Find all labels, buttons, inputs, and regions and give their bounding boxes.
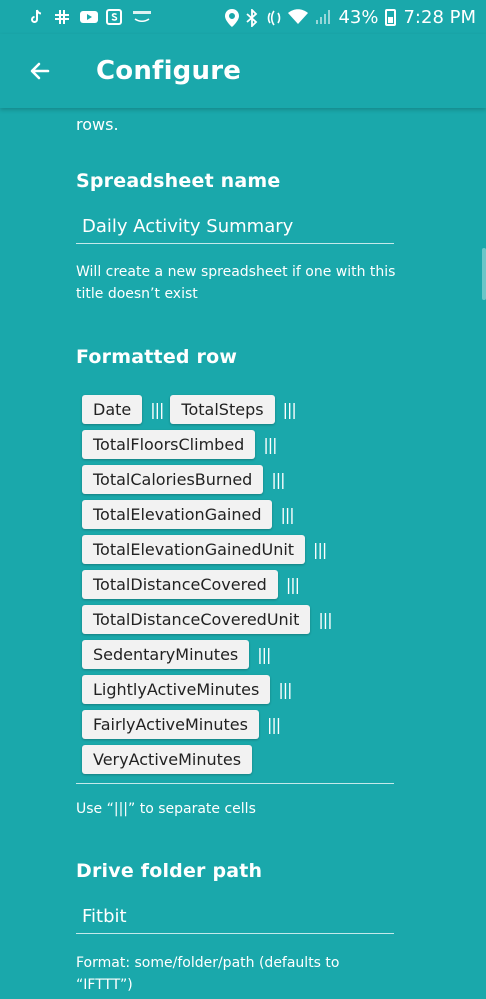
cell-separator: ||| — [282, 400, 297, 419]
token-line: LightlyActiveMinutes ||| — [82, 672, 394, 707]
token-line: TotalDistanceCovered ||| — [82, 567, 394, 602]
drive-folder-input[interactable] — [76, 906, 394, 934]
cell-separator: ||| — [257, 645, 271, 664]
signal-icon — [315, 9, 331, 25]
cell-separator: ||| — [278, 680, 292, 699]
formatted-row-input[interactable]: Date ||| TotalSteps ||| TotalFloorsClimb… — [76, 392, 394, 784]
arrow-left-icon — [30, 62, 50, 80]
samsung-pay-icon — [106, 9, 122, 25]
token-line: Date ||| TotalSteps ||| — [82, 392, 394, 427]
token-chip[interactable]: VeryActiveMinutes — [82, 745, 253, 774]
token-chip[interactable]: SedentaryMinutes — [82, 640, 250, 669]
cell-separator: ||| — [271, 470, 285, 489]
token-chip[interactable]: TotalElevationGained — [82, 500, 273, 529]
status-bar: 43% 7:28 PM — [0, 0, 486, 34]
token-chip[interactable]: Date — [82, 395, 143, 424]
token-chip[interactable]: TotalFloorsClimbed — [82, 430, 256, 459]
token-chip[interactable]: TotalSteps — [170, 395, 275, 424]
bluetooth-icon — [246, 7, 260, 29]
token-line: TotalElevationGainedUnit ||| — [82, 532, 394, 567]
cell-separator: ||| — [313, 540, 327, 559]
scrollbar[interactable] — [482, 248, 486, 300]
clipped-description — [76, 108, 396, 112]
notification-icons — [28, 9, 151, 25]
nfc-icon — [267, 9, 281, 26]
cell-separator: ||| — [150, 400, 164, 419]
config-form[interactable]: rows. Spreadsheet name Will create a new… — [0, 108, 486, 999]
battery-icon — [385, 8, 397, 26]
description-text: rows. — [76, 115, 119, 134]
cell-separator: ||| — [285, 575, 300, 594]
cell-separator: ||| — [318, 610, 332, 629]
spreadsheet-name-input[interactable] — [76, 216, 394, 244]
system-status: 43% 7:28 PM — [225, 6, 476, 29]
token-chip[interactable]: TotalElevationGainedUnit — [82, 535, 306, 564]
back-button[interactable] — [20, 51, 60, 91]
token-chip[interactable]: LightlyActiveMinutes — [82, 675, 271, 704]
youtube-icon — [80, 9, 98, 25]
token-chip[interactable]: TotalDistanceCovered — [82, 570, 278, 599]
spreadsheet-name-helper: Will create a new spreadsheet if one wit… — [76, 264, 396, 302]
token-line: TotalDistanceCoveredUnit ||| — [82, 602, 394, 637]
token-line: FairlyActiveMinutes ||| — [82, 707, 394, 742]
spreadsheet-name-label: Spreadsheet name — [76, 170, 281, 192]
drive-folder-helper: Format: some/folder/path (defaults to “I… — [76, 955, 340, 993]
token-line: SedentaryMinutes ||| — [82, 637, 394, 672]
page-title: Configure — [96, 56, 242, 86]
token-chip[interactable]: TotalCaloriesBurned — [82, 465, 264, 494]
token-line: TotalElevationGained ||| — [82, 497, 394, 532]
token-line: TotalFloorsClimbed ||| — [82, 427, 394, 462]
tiktok-icon — [28, 9, 44, 25]
drive-folder-label: Drive folder path — [76, 860, 263, 882]
battery-percent: 43% — [338, 6, 379, 28]
token-chip[interactable]: TotalDistanceCoveredUnit — [82, 605, 311, 634]
cell-separator: ||| — [263, 435, 277, 454]
app-bar: Configure — [0, 34, 486, 108]
formatted-row-helper: Use “|||” to separate cells — [76, 801, 256, 817]
token-line: VeryActiveMinutes — [82, 742, 394, 777]
amazon-icon — [132, 9, 151, 25]
location-icon — [225, 9, 240, 27]
cell-separator: ||| — [280, 505, 294, 524]
token-line: TotalCaloriesBurned ||| — [82, 462, 394, 497]
formatted-row-label: Formatted row — [76, 346, 238, 368]
wifi-icon — [288, 9, 309, 25]
token-chip[interactable]: FairlyActiveMinutes — [82, 710, 259, 739]
clock: 7:28 PM — [403, 6, 476, 28]
slack-icon — [54, 9, 70, 25]
cell-separator: ||| — [266, 715, 281, 734]
